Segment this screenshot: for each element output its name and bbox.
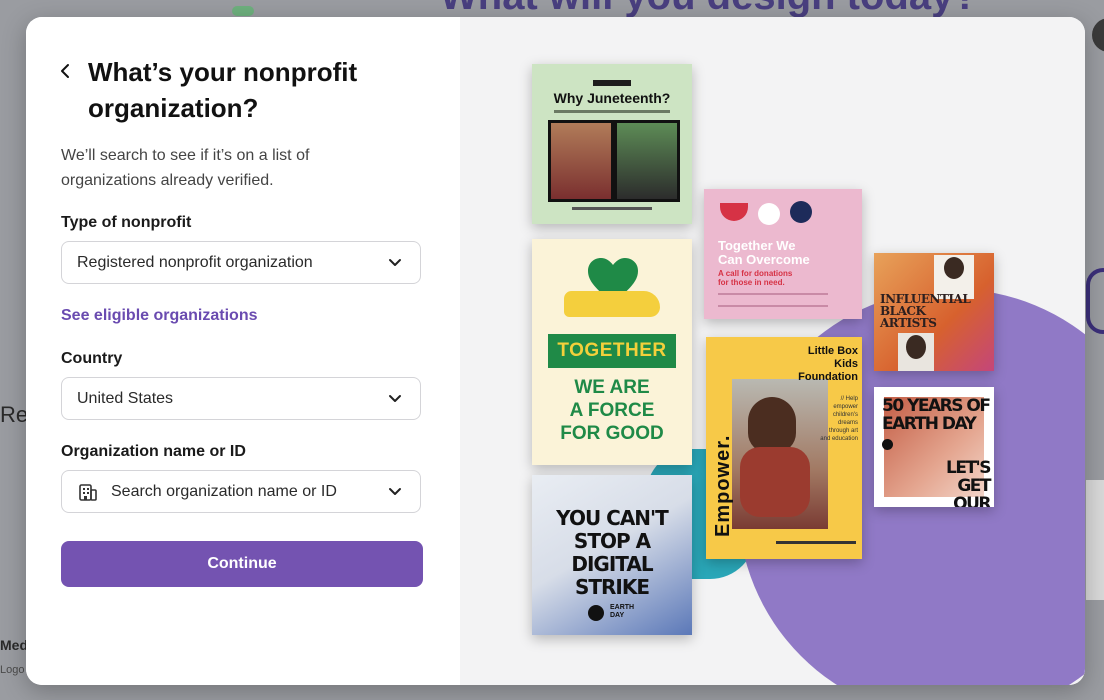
chevron-down-icon [389,488,401,495]
background-text-fragment: Med [0,637,28,653]
thumbnail-title: 50 YEARS OF EARTH DAY [882,396,991,434]
thumbnail-photo-subject [944,257,964,279]
background-text-fragment: Logo [0,664,25,676]
thumbnail-subtitle: LET'S GET OUR WAY! [946,458,992,507]
thumbnail-tag [593,80,631,86]
type-label: Type of nonprofit [61,214,192,231]
thumbnail-photo-subject [740,447,810,517]
hand-illustration [564,291,660,317]
thumbnail-header: Little Box Kids Foundation [798,345,858,383]
back-button[interactable] [58,61,74,81]
thumbnail-url [776,541,856,544]
chevron-down-icon [389,259,401,266]
thumbnail-fine-print [718,293,828,307]
thumbnail-title: INFLUENTIAL BLACK ARTISTS [880,292,971,330]
bowl-illustration [720,203,748,221]
background-text-fragment: Re [0,402,29,427]
thumbnail-body: // Help empower children's dreams throug… [820,396,858,442]
thumbnail-mini-text: EARTH DAY [610,604,635,619]
template-thumbnail-influential-artists: INFLUENTIAL BLACK ARTISTS [874,253,994,371]
thumbnail-body: WE ARE A FORCE FOR GOOD [560,377,664,444]
type-select[interactable]: Registered nonprofit organization [61,241,421,284]
thumbnail-title: YOU CAN'T STOP A DIGITAL STRIKE [556,506,669,599]
org-search-combobox[interactable]: Search organization name or ID [61,470,421,513]
background-decoration [232,6,254,16]
thumbnail-title: Why Juneteenth? [553,90,671,106]
template-thumbnail-empower: Empower. Little Box Kids Foundation // H… [706,337,862,559]
thumbnail-band: TOGETHER [548,334,676,368]
template-thumbnail-together: TOGETHER WE ARE A FORCE FOR GOOD [532,239,692,465]
country-select-value: United States [77,389,174,407]
thumbnail-side-title: Empower. [712,434,734,537]
circle-illustration [790,201,812,223]
thumbnail-photo-subject [748,397,796,453]
heart-circle-illustration [758,203,780,225]
template-thumbnail-juneteenth: Why Juneteenth? [532,64,692,224]
background-thumbnail [1086,480,1104,600]
org-label: Organization name or ID [61,443,246,460]
thumbnail-photo-subject [906,335,926,359]
thumbnail-photo [614,120,680,202]
chevron-down-icon [389,395,401,402]
thumbnail-subtitle: A call for donations for those in need. [718,269,793,287]
thumbnail-photo [548,120,614,202]
country-select[interactable]: United States [61,377,421,420]
globe-icon [882,439,893,450]
form-panel: What’s your nonprofit organization? We’l… [26,17,460,685]
thumbnail-subtext [554,110,670,113]
template-thumbnail-together-we-can: Together We Can Overcome A call for dona… [704,189,862,319]
see-eligible-link[interactable]: See eligible organizations [61,307,258,325]
thumbnail-title: Together We Can Overcome [718,238,810,267]
showcase-panel: Why Juneteenth? TOGETHER WE ARE A FORCE … [460,17,1085,685]
modal-subtitle: We’ll search to see if it’s on a list of… [61,147,310,189]
template-thumbnail-digital-strike: YOU CAN'T STOP A DIGITAL STRIKE EARTH DA… [532,475,692,635]
globe-icon [588,605,604,621]
nonprofit-modal: What’s your nonprofit organization? We’l… [26,17,1085,685]
type-select-value: Registered nonprofit organization [77,253,313,271]
country-label: Country [61,350,123,367]
building-icon [79,483,97,501]
background-icon [1086,268,1104,334]
chevron-left-icon [61,64,69,78]
modal-title: What’s your nonprofit organization? [88,57,358,123]
background-avatar [1092,18,1104,52]
continue-button[interactable]: Continue [61,541,423,587]
thumbnail-footer [572,207,652,210]
template-thumbnail-earth-day: 50 YEARS OF EARTH DAY LET'S GET OUR WAY! [874,387,994,507]
org-search-placeholder: Search organization name or ID [111,482,337,500]
